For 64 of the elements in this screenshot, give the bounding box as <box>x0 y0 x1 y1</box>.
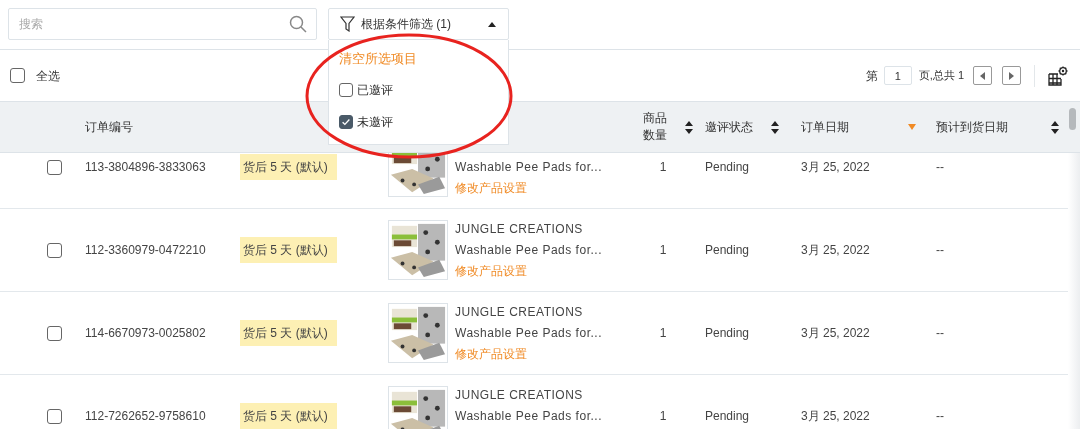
select-all-label[interactable]: 全选 <box>36 66 60 85</box>
review-status: Pending <box>705 326 750 340</box>
order-date: 3月 25, 2022 <box>801 326 870 340</box>
order-number: 112-7262652-9758610 <box>85 409 206 423</box>
order-date: 3月 25, 2022 <box>801 160 870 174</box>
checkbox[interactable] <box>47 325 62 341</box>
next-page-button[interactable] <box>1002 66 1021 85</box>
product-name: Washable Pee Pads for... <box>455 158 602 176</box>
delivery-note: 货后 5 天 (默认) <box>240 237 337 263</box>
checkbox[interactable] <box>339 115 353 129</box>
brand-name: JUNGLE CREATIONS <box>455 303 584 321</box>
checkbox[interactable] <box>47 242 62 258</box>
order-number: 112-3360979-0472210 <box>85 243 206 257</box>
order-number: 113-3804896-3833063 <box>85 160 206 174</box>
page-total-label: 页,总共 1 <box>918 68 964 84</box>
review-status: Pending <box>705 160 750 174</box>
order-date: 3月 25, 2022 <box>801 243 870 257</box>
quantity: 1 <box>659 326 667 340</box>
table-settings-icon[interactable] <box>1048 65 1068 86</box>
filter-dropdown[interactable]: 根据条件筛选 (1) <box>328 8 509 40</box>
expected-date: -- <box>936 409 944 423</box>
sort-icon[interactable] <box>1051 120 1059 134</box>
filter-icon <box>340 16 355 32</box>
quantity: 1 <box>659 243 667 257</box>
previous-page-button[interactable] <box>973 66 992 85</box>
brand-name: JUNGLE CREATIONS <box>455 220 584 238</box>
column-header[interactable]: 邀评状态 <box>705 118 753 136</box>
brand-name: JUNGLE CREATIONS <box>455 386 584 404</box>
checkbox[interactable] <box>47 408 62 424</box>
order-number: 114-6670973-0025802 <box>85 326 206 340</box>
option-label[interactable]: 未邀评 <box>357 113 393 131</box>
delivery-note: 货后 5 天 (默认) <box>240 403 337 429</box>
quantity: 1 <box>659 409 667 423</box>
search-icon[interactable] <box>289 15 307 33</box>
expected-date: -- <box>936 243 944 257</box>
review-status: Pending <box>705 243 750 257</box>
column-header[interactable]: 预计到货日期 <box>936 118 1008 136</box>
product-name: Washable Pee Pads for... <box>455 241 602 259</box>
checkbox[interactable] <box>339 83 353 97</box>
search-field[interactable]: 搜索 <box>8 8 317 40</box>
product-name: Washable Pee Pads for... <box>455 324 602 342</box>
option-label[interactable]: 已邀评 <box>357 81 393 99</box>
checkbox[interactable] <box>10 68 25 83</box>
page-input[interactable]: 1 <box>883 66 912 85</box>
left-triangle-icon <box>980 71 985 80</box>
column-header[interactable]: 商品数量 <box>643 110 669 144</box>
expected-date: -- <box>936 160 944 174</box>
caret-icon <box>488 21 496 27</box>
sort-icon[interactable] <box>771 120 779 134</box>
delivery-note: 货后 5 天 (默认) <box>240 154 337 180</box>
delivery-note: 货后 5 天 (默认) <box>240 320 337 346</box>
quantity: 1 <box>659 160 667 174</box>
column-header[interactable]: 订单日期 <box>801 118 849 136</box>
page-label: 第 <box>865 67 878 85</box>
order-date: 3月 25, 2022 <box>801 409 870 423</box>
sort-icon[interactable] <box>685 120 693 134</box>
right-triangle-icon <box>1009 71 1014 80</box>
column-header[interactable]: 订单编号 <box>85 118 133 136</box>
checkmark-icon <box>340 116 352 128</box>
review-status: Pending <box>705 409 750 423</box>
scrollbar-thumb[interactable] <box>1069 108 1076 130</box>
expected-date: -- <box>936 326 944 340</box>
product-name: Washable Pee Pads for... <box>455 407 602 425</box>
checkbox[interactable] <box>47 159 62 175</box>
